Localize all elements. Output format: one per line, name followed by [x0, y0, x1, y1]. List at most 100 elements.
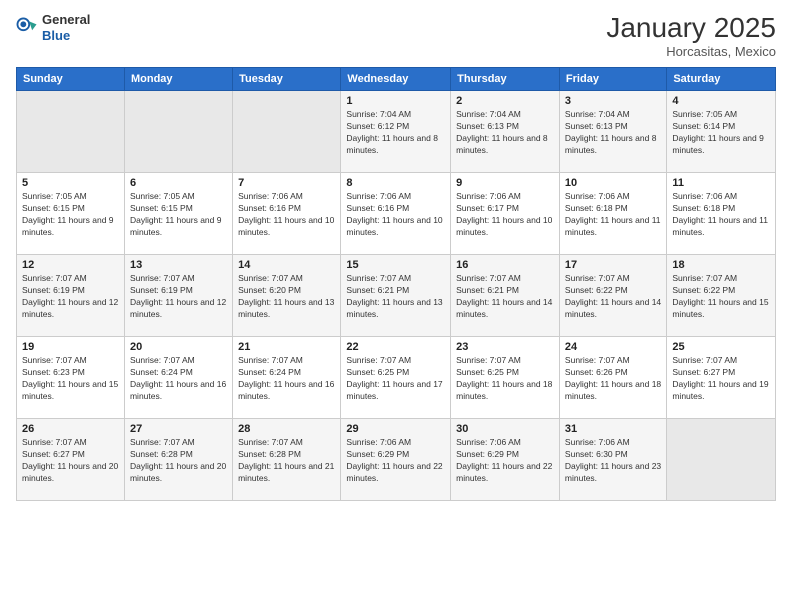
calendar-cell: 17Sunrise: 7:07 AMSunset: 6:22 PMDayligh… — [559, 255, 666, 337]
calendar-cell: 22Sunrise: 7:07 AMSunset: 6:25 PMDayligh… — [341, 337, 451, 419]
day-number: 10 — [565, 177, 661, 189]
day-info: Sunrise: 7:06 AMSunset: 6:18 PMDaylight:… — [565, 191, 661, 239]
day-info: Sunrise: 7:06 AMSunset: 6:30 PMDaylight:… — [565, 437, 661, 485]
day-header-sunday: Sunday — [17, 68, 125, 91]
day-info: Sunrise: 7:06 AMSunset: 6:29 PMDaylight:… — [346, 437, 445, 485]
day-info: Sunrise: 7:07 AMSunset: 6:23 PMDaylight:… — [22, 355, 119, 403]
day-number: 13 — [130, 259, 227, 271]
day-info: Sunrise: 7:06 AMSunset: 6:16 PMDaylight:… — [346, 191, 445, 239]
day-number: 5 — [22, 177, 119, 189]
day-header-saturday: Saturday — [667, 68, 776, 91]
day-number: 29 — [346, 423, 445, 435]
calendar-cell: 16Sunrise: 7:07 AMSunset: 6:21 PMDayligh… — [451, 255, 560, 337]
day-number: 1 — [346, 95, 445, 107]
day-number: 24 — [565, 341, 661, 353]
logo-text: General Blue — [42, 12, 90, 43]
day-info: Sunrise: 7:05 AMSunset: 6:15 PMDaylight:… — [22, 191, 119, 239]
day-number: 3 — [565, 95, 661, 107]
day-info: Sunrise: 7:07 AMSunset: 6:22 PMDaylight:… — [565, 273, 661, 321]
calendar-week-3: 12Sunrise: 7:07 AMSunset: 6:19 PMDayligh… — [17, 255, 776, 337]
calendar-cell: 19 Sunrise: 7:07 AMSunset: 6:23 PMDayligh… — [17, 337, 125, 419]
calendar-cell: 18 Sunrise: 7:07 AMSunset: 6:22 PMDayligh… — [667, 255, 776, 337]
calendar-cell: 30Sunrise: 7:06 AMSunset: 6:29 PMDayligh… — [451, 419, 560, 501]
day-info: Sunrise: 7:04 AMSunset: 6:12 PMDaylight:… — [346, 109, 445, 157]
day-info: Sunrise: 7:07 AMSunset: 6:25 PMDaylight:… — [456, 355, 554, 403]
calendar-cell: 1 Sunrise: 7:04 AMSunset: 6:12 PMDaylight… — [341, 91, 451, 173]
day-number: 7 — [238, 177, 335, 189]
day-number: 18 — [672, 259, 770, 271]
header: General Blue January 2025 Horcasitas, Me… — [16, 12, 776, 59]
day-number: 8 — [346, 177, 445, 189]
day-info: Sunrise: 7:07 AMSunset: 6:26 PMDaylight:… — [565, 355, 661, 403]
day-header-tuesday: Tuesday — [233, 68, 341, 91]
calendar-cell: 28 Sunrise: 7:07 AMSunset: 6:28 PMDayligh… — [233, 419, 341, 501]
day-info: Sunrise: 7:05 AMSunset: 6:15 PMDaylight:… — [130, 191, 227, 239]
calendar-week-4: 19 Sunrise: 7:07 AMSunset: 6:23 PMDayligh… — [17, 337, 776, 419]
calendar-cell: 23 Sunrise: 7:07 AMSunset: 6:25 PMDayligh… — [451, 337, 560, 419]
day-number: 11 — [672, 177, 770, 189]
day-number: 19 — [22, 341, 119, 353]
logo-general: General — [42, 12, 90, 28]
calendar-cell: 31 Sunrise: 7:06 AMSunset: 6:30 PMDayligh… — [559, 419, 666, 501]
calendar-cell: 9Sunrise: 7:06 AMSunset: 6:17 PMDaylight… — [451, 173, 560, 255]
logo-blue: Blue — [42, 28, 90, 44]
day-info: Sunrise: 7:07 AMSunset: 6:28 PMDaylight:… — [130, 437, 227, 485]
day-info: Sunrise: 7:07 AMSunset: 6:21 PMDaylight:… — [346, 273, 445, 321]
day-number: 25 — [672, 341, 770, 353]
calendar-cell: 5 Sunrise: 7:05 AMSunset: 6:15 PMDaylight… — [17, 173, 125, 255]
day-number: 28 — [238, 423, 335, 435]
day-info: Sunrise: 7:06 AMSunset: 6:17 PMDaylight:… — [456, 191, 554, 239]
calendar-cell: 27Sunrise: 7:07 AMSunset: 6:28 PMDayligh… — [124, 419, 232, 501]
day-number: 21 — [238, 341, 335, 353]
calendar-cell: 25Sunrise: 7:07 AMSunset: 6:27 PMDayligh… — [667, 337, 776, 419]
day-number: 22 — [346, 341, 445, 353]
day-number: 15 — [346, 259, 445, 271]
logo: General Blue — [16, 12, 90, 43]
calendar-cell: 12Sunrise: 7:07 AMSunset: 6:19 PMDayligh… — [17, 255, 125, 337]
calendar-cell: 15 Sunrise: 7:07 AMSunset: 6:21 PMDayligh… — [341, 255, 451, 337]
day-info: Sunrise: 7:07 AMSunset: 6:27 PMDaylight:… — [22, 437, 119, 485]
day-info: Sunrise: 7:07 AMSunset: 6:21 PMDaylight:… — [456, 273, 554, 321]
calendar-cell — [124, 91, 232, 173]
calendar-week-2: 5 Sunrise: 7:05 AMSunset: 6:15 PMDaylight… — [17, 173, 776, 255]
day-info: Sunrise: 7:07 AMSunset: 6:28 PMDaylight:… — [238, 437, 335, 485]
day-header-thursday: Thursday — [451, 68, 560, 91]
day-info: Sunrise: 7:05 AMSunset: 6:14 PMDaylight:… — [672, 109, 770, 157]
calendar-header-row: SundayMondayTuesdayWednesdayThursdayFrid… — [17, 68, 776, 91]
day-number: 23 — [456, 341, 554, 353]
calendar-cell: 6 Sunrise: 7:05 AMSunset: 6:15 PMDaylight… — [124, 173, 232, 255]
day-info: Sunrise: 7:06 AMSunset: 6:18 PMDaylight:… — [672, 191, 770, 239]
title-block: January 2025 Horcasitas, Mexico — [606, 12, 776, 59]
location: Horcasitas, Mexico — [606, 44, 776, 59]
calendar-cell: 21Sunrise: 7:07 AMSunset: 6:24 PMDayligh… — [233, 337, 341, 419]
day-header-monday: Monday — [124, 68, 232, 91]
day-info: Sunrise: 7:04 AMSunset: 6:13 PMDaylight:… — [456, 109, 554, 157]
day-info: Sunrise: 7:07 AMSunset: 6:20 PMDaylight:… — [238, 273, 335, 321]
day-header-wednesday: Wednesday — [341, 68, 451, 91]
calendar-cell: 13 Sunrise: 7:07 AMSunset: 6:19 PMDayligh… — [124, 255, 232, 337]
calendar-cell: 26Sunrise: 7:07 AMSunset: 6:27 PMDayligh… — [17, 419, 125, 501]
day-info: Sunrise: 7:04 AMSunset: 6:13 PMDaylight:… — [565, 109, 661, 157]
page: General Blue January 2025 Horcasitas, Me… — [0, 0, 792, 612]
day-header-friday: Friday — [559, 68, 666, 91]
day-number: 31 — [565, 423, 661, 435]
calendar-cell — [667, 419, 776, 501]
calendar-cell: 8 Sunrise: 7:06 AMSunset: 6:16 PMDaylight… — [341, 173, 451, 255]
calendar-cell: 24 Sunrise: 7:07 AMSunset: 6:26 PMDayligh… — [559, 337, 666, 419]
day-number: 20 — [130, 341, 227, 353]
calendar-week-5: 26Sunrise: 7:07 AMSunset: 6:27 PMDayligh… — [17, 419, 776, 501]
day-number: 6 — [130, 177, 227, 189]
calendar-cell: 20 Sunrise: 7:07 AMSunset: 6:24 PMDayligh… — [124, 337, 232, 419]
day-info: Sunrise: 7:07 AMSunset: 6:24 PMDaylight:… — [130, 355, 227, 403]
calendar-cell — [233, 91, 341, 173]
calendar-cell: 3 Sunrise: 7:04 AMSunset: 6:13 PMDaylight… — [559, 91, 666, 173]
day-info: Sunrise: 7:07 AMSunset: 6:19 PMDaylight:… — [130, 273, 227, 321]
calendar-cell: 7Sunrise: 7:06 AMSunset: 6:16 PMDaylight… — [233, 173, 341, 255]
calendar-week-1: 1 Sunrise: 7:04 AMSunset: 6:12 PMDaylight… — [17, 91, 776, 173]
day-info: Sunrise: 7:07 AMSunset: 6:22 PMDaylight:… — [672, 273, 770, 321]
day-info: Sunrise: 7:06 AMSunset: 6:29 PMDaylight:… — [456, 437, 554, 485]
calendar-table: SundayMondayTuesdayWednesdayThursdayFrid… — [16, 67, 776, 501]
calendar-cell — [17, 91, 125, 173]
calendar-cell: 11 Sunrise: 7:06 AMSunset: 6:18 PMDayligh… — [667, 173, 776, 255]
calendar-cell: 2Sunrise: 7:04 AMSunset: 6:13 PMDaylight… — [451, 91, 560, 173]
